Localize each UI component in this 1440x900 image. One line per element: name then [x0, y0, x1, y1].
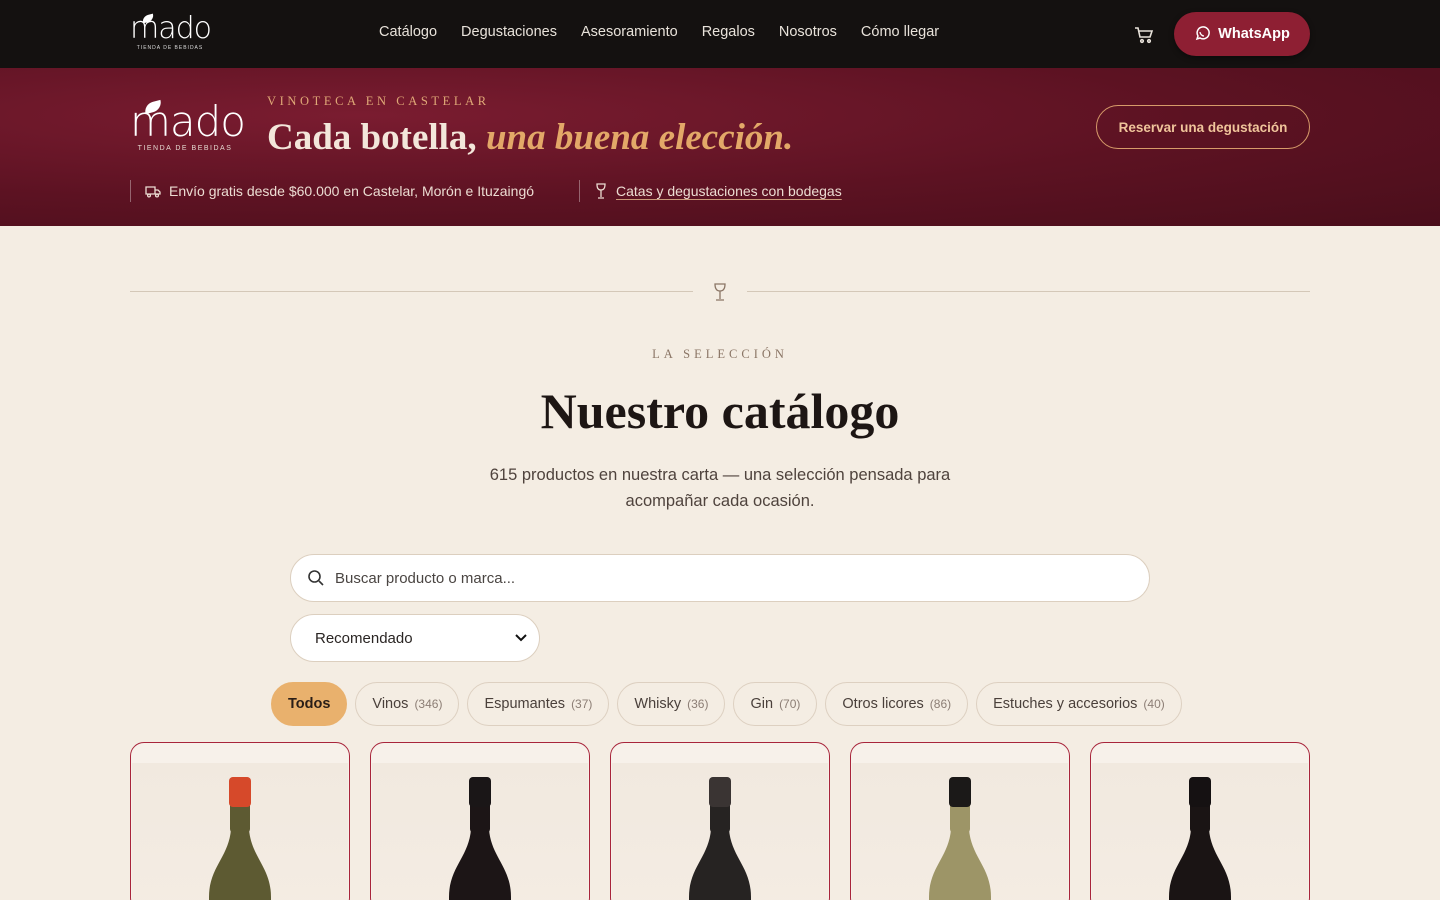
banner-kicker: VINOTECA EN CASTELAR [267, 94, 490, 108]
filter-chip-todos[interactable]: Todos [271, 682, 348, 726]
product-card[interactable] [1090, 742, 1310, 900]
filter-label: Espumantes [484, 696, 566, 712]
filter-count: (70) [779, 697, 801, 711]
whatsapp-icon [1195, 26, 1210, 41]
wine-bottle-icon [689, 777, 751, 900]
nav-link-asesoramiento[interactable]: Asesoramiento [581, 24, 678, 40]
sort-selected-value: Recomendado [315, 629, 413, 647]
nav-link-nosotros[interactable]: Nosotros [779, 24, 837, 40]
nav-link-catalogo[interactable]: Catálogo [379, 24, 437, 40]
wine-bottle-icon [449, 777, 511, 900]
wine-glass-icon [596, 183, 606, 199]
headline-accent: una buena elección. [485, 117, 794, 158]
product-card[interactable] [130, 742, 350, 900]
tastings-info: Catas y degustaciones con bodegas [579, 180, 842, 202]
filter-count: (346) [414, 697, 443, 711]
wine-bottle-icon [929, 777, 991, 900]
filter-count: (37) [571, 697, 593, 711]
filter-count: (40) [1143, 697, 1165, 711]
search-bar [290, 554, 1150, 602]
catalog-description: 615 productos en nuestra carta — una sel… [489, 466, 951, 510]
wine-bottle-icon [1169, 777, 1231, 900]
filter-chip-whisky[interactable]: Whisky (36) [617, 682, 726, 726]
tastings-link[interactable]: Catas y degustaciones con bodegas [616, 183, 842, 199]
main-menu: Catálogo Degustaciones Asesoramiento Reg… [379, 24, 939, 40]
filter-chip-gin[interactable]: Gin (70) [733, 682, 818, 726]
filter-chip-vinos[interactable]: Vinos (346) [355, 682, 460, 726]
product-card[interactable] [610, 742, 830, 900]
filter-chip-espumantes[interactable]: Espumantes (37) [467, 682, 610, 726]
banner-logo: mado TIENDA DE BEBIDAS [130, 100, 246, 156]
search-icon [308, 570, 324, 586]
shipping-info: Envío gratis desde $60.000 en Castelar, … [130, 180, 534, 202]
nav-link-como-llegar[interactable]: Cómo llegar [861, 24, 939, 40]
filter-label: Todos [288, 696, 331, 712]
filter-label: Estuches y accesorios [993, 696, 1138, 712]
product-card[interactable] [370, 742, 590, 900]
wine-bottle-icon [209, 777, 271, 900]
filter-label: Whisky [634, 696, 682, 712]
wine-glass-icon [714, 283, 726, 301]
logo-tagline: TIENDA DE BEBIDAS [136, 45, 204, 51]
filter-count: (36) [687, 697, 709, 711]
category-filters: Todos Vinos (346) Espumantes (37) Whisky (3… [271, 682, 1182, 726]
section-eyebrow: LA SELECCIÓN [652, 347, 788, 361]
catalog-title: Nuestro catálogo [540, 383, 900, 439]
sort-select[interactable]: Recomendado [290, 614, 540, 662]
banner-logo-tagline: TIENDA DE BEBIDAS [137, 145, 233, 152]
delivery-truck-icon [145, 186, 161, 198]
section-divider-left [130, 291, 693, 292]
whatsapp-button[interactable]: WhatsApp [1174, 12, 1310, 56]
site-logo[interactable]: mado TIENDA DE BEBIDAS [130, 14, 212, 54]
filter-chip-estuches[interactable]: Estuches y accesorios (40) [976, 682, 1182, 726]
filter-label: Otros licores [842, 696, 924, 712]
top-navigation: mado TIENDA DE BEBIDAS Catálogo Degustac… [0, 0, 1440, 68]
section-divider-right [747, 291, 1310, 292]
nav-link-regalos[interactable]: Regalos [702, 24, 755, 40]
filter-label: Vinos [372, 696, 409, 712]
filter-count: (86) [929, 697, 952, 711]
cart-icon[interactable] [1134, 26, 1154, 44]
chevron-down-icon [515, 634, 527, 642]
headline-main: Cada botella, [267, 117, 486, 158]
shipping-text: Envío gratis desde $60.000 en Castelar, … [169, 183, 535, 199]
filter-chip-otros-licores[interactable]: Otros licores (86) [825, 682, 969, 726]
reserve-tasting-button[interactable]: Reservar una degustación [1096, 105, 1310, 149]
product-card[interactable] [850, 742, 1070, 900]
nav-link-degustaciones[interactable]: Degustaciones [461, 24, 557, 40]
filter-label: Gin [750, 696, 774, 712]
banner-headline: Cada botella, una buena elección. [267, 116, 793, 159]
whatsapp-label: WhatsApp [1218, 26, 1290, 42]
search-input[interactable] [335, 569, 1095, 587]
